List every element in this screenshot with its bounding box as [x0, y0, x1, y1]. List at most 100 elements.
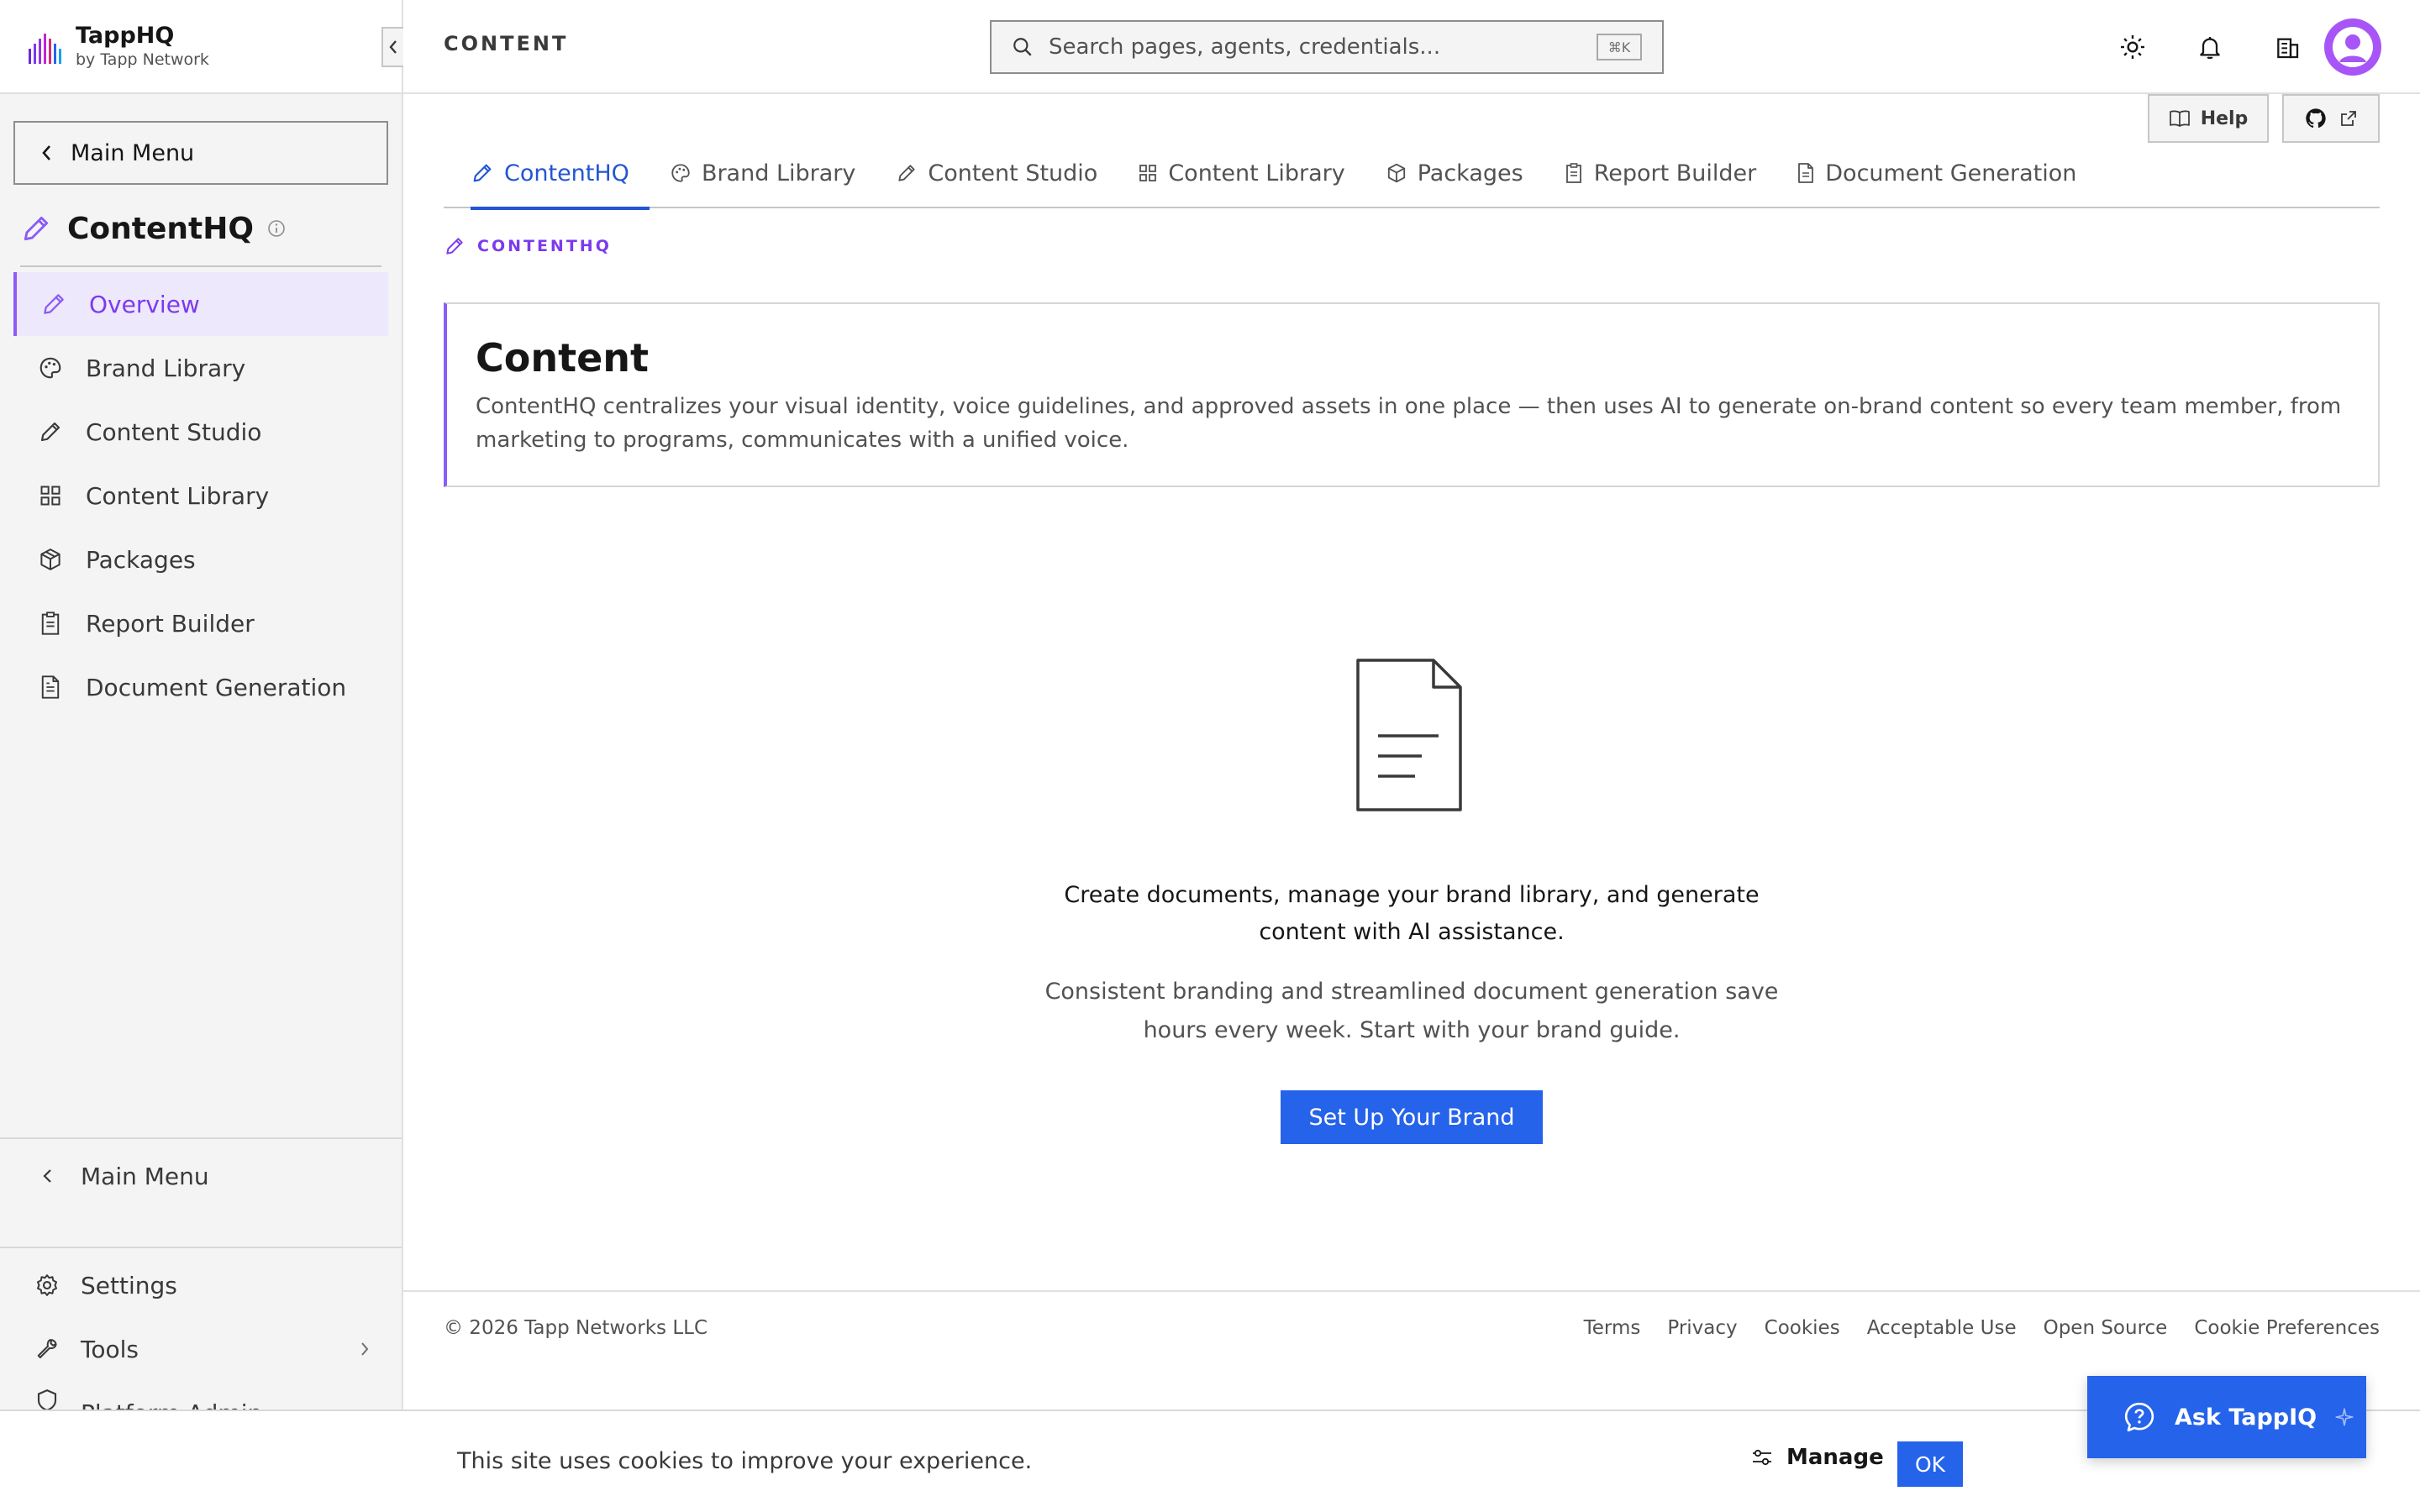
- question-chat-icon: [2124, 1402, 2154, 1432]
- building-icon: [2277, 38, 2299, 59]
- tab-label: Content Studio: [928, 160, 1098, 186]
- empty-state-description: Consistent branding and streamlined docu…: [1044, 979, 1779, 1043]
- help-button[interactable]: Help: [2148, 94, 2269, 143]
- footer-link-open-source[interactable]: Open Source: [2044, 1317, 2168, 1339]
- pencil-icon: [446, 238, 463, 255]
- tab-brand-library[interactable]: Brand Library: [650, 138, 876, 208]
- back-main-menu[interactable]: Main Menu: [34, 1151, 370, 1201]
- breadcrumb: CONTENTHQ: [444, 235, 612, 257]
- sidebar-item-packages[interactable]: Packages: [13, 528, 388, 591]
- sidebar-item-platform-admin[interactable]: Platform Admin: [34, 1388, 370, 1410]
- brand-name: TappHQ: [76, 23, 175, 49]
- sun-icon: [2121, 35, 2144, 59]
- search-icon: [1013, 38, 1032, 56]
- grid-icon: [1139, 165, 1157, 181]
- search-shortcut: ⌘K: [1597, 34, 1642, 60]
- tab-report-builder[interactable]: Report Builder: [1544, 138, 1777, 208]
- shield-icon: [37, 1389, 57, 1410]
- footer-link-cookie-preferences[interactable]: Cookie Preferences: [2194, 1317, 2380, 1339]
- tab-label: ContentHQ: [504, 160, 629, 186]
- sidebar-item-document-generation[interactable]: Document Generation: [13, 655, 388, 719]
- settings-label: Settings: [81, 1271, 177, 1299]
- tab-label: Report Builder: [1593, 160, 1757, 186]
- tapphq-logo-icon: [29, 34, 61, 64]
- book-icon: [2169, 110, 2190, 127]
- footer-link-privacy[interactable]: Privacy: [1667, 1317, 1737, 1339]
- sidebar-nav: Overview Brand Library Content Studio Co…: [13, 272, 388, 719]
- palette-icon: [671, 164, 690, 182]
- pencil-icon: [473, 164, 492, 182]
- cookie-manage-button[interactable]: Manage: [1751, 1445, 1884, 1470]
- ask-tappiq-button[interactable]: Ask TappIQ: [2087, 1376, 2366, 1458]
- gear-icon: [37, 1274, 57, 1296]
- theme-toggle-button[interactable]: [2112, 27, 2153, 67]
- pencil-icon: [44, 294, 64, 314]
- content-tabs: ContentHQ Brand Library Content Studio C…: [444, 138, 2380, 210]
- sidebar-item-tools[interactable]: Tools: [34, 1324, 370, 1374]
- sidebar-item-label: Content Library: [86, 481, 270, 510]
- notifications-button[interactable]: [2190, 27, 2230, 67]
- sidebar-item-label: Overview: [89, 290, 200, 318]
- chevron-right-icon: [361, 1342, 369, 1356]
- ask-tappiq-label: Ask TappIQ: [2175, 1404, 2317, 1431]
- pencil-icon: [898, 165, 915, 181]
- chevron-left-icon: [42, 145, 50, 160]
- brand-header[interactable]: TappHQ by Tapp Network: [0, 0, 402, 94]
- page-intro-card: Content ContentHQ centralizes your visua…: [444, 302, 2380, 487]
- back-main-menu-label: Main Menu: [81, 1162, 209, 1190]
- external-link-icon: [2341, 111, 2356, 126]
- footer-link-terms[interactable]: Terms: [1584, 1317, 1641, 1339]
- user-icon: [2333, 27, 2373, 67]
- tab-content-library[interactable]: Content Library: [1118, 138, 1365, 208]
- sidebar-item-overview[interactable]: Overview: [13, 272, 388, 336]
- user-avatar[interactable]: [2324, 18, 2381, 76]
- tab-content-studio[interactable]: Content Studio: [876, 138, 1118, 208]
- cookie-banner: This site uses cookies to improve your e…: [0, 1410, 2420, 1512]
- sidebar-divider: [0, 1137, 402, 1139]
- search-placeholder: Search pages, agents, credentials...: [1049, 34, 1441, 60]
- footer-link-acceptable-use[interactable]: Acceptable Use: [1867, 1317, 2017, 1339]
- collapse-sidebar-button[interactable]: [381, 27, 405, 67]
- tab-label: Brand Library: [701, 160, 856, 186]
- footer-links: Terms Privacy Cookies Acceptable Use Ope…: [1557, 1317, 2380, 1339]
- sidebar-item-label: Packages: [86, 545, 196, 574]
- wrench-icon: [37, 1339, 57, 1358]
- bell-icon: [2200, 37, 2220, 60]
- sidebar-item-label: Content Studio: [86, 417, 262, 446]
- grid-icon: [40, 486, 60, 506]
- main-menu-button[interactable]: Main Menu: [13, 121, 388, 185]
- github-link-button[interactable]: [2282, 94, 2380, 143]
- pencil-icon: [40, 422, 60, 442]
- help-label: Help: [2200, 108, 2249, 129]
- sidebar-item-settings[interactable]: Settings: [34, 1260, 370, 1310]
- footer-link-cookies[interactable]: Cookies: [1765, 1317, 1840, 1339]
- cookie-message: This site uses cookies to improve your e…: [457, 1448, 1033, 1474]
- tab-packages[interactable]: Packages: [1365, 138, 1544, 208]
- sidebar-item-label: Document Generation: [86, 673, 347, 701]
- organization-button[interactable]: [2267, 27, 2307, 67]
- tab-document-generation[interactable]: Document Generation: [1776, 138, 2096, 208]
- platform-admin-label: Platform Admin: [81, 1388, 262, 1410]
- page-title: Content: [476, 335, 650, 381]
- sidebar-item-content-library[interactable]: Content Library: [13, 464, 388, 528]
- package-icon: [1387, 163, 1405, 183]
- top-header: CONTENT Search pages, agents, credential…: [403, 0, 2420, 94]
- cookie-ok-button[interactable]: OK: [1897, 1441, 1963, 1487]
- tab-label: Document Generation: [1825, 160, 2077, 186]
- sidebar-item-brand-library[interactable]: Brand Library: [13, 336, 388, 400]
- sparkle-icon: [2335, 1408, 2354, 1426]
- sidebar-item-report-builder[interactable]: Report Builder: [13, 591, 388, 655]
- search-input[interactable]: Search pages, agents, credentials... ⌘K: [990, 20, 1664, 74]
- info-icon[interactable]: [267, 219, 286, 238]
- github-icon: [2306, 108, 2326, 128]
- copyright: © 2026 Tapp Networks LLC: [444, 1317, 708, 1339]
- sidebar-section-title: ContentHQ: [20, 205, 381, 252]
- set-up-brand-button[interactable]: Set Up Your Brand: [1281, 1090, 1543, 1144]
- chevron-left-icon: [389, 40, 397, 54]
- document-icon: [41, 675, 60, 699]
- chevron-left-icon: [43, 1169, 51, 1183]
- tab-contenthq[interactable]: ContentHQ: [444, 138, 650, 210]
- sliders-icon: [1753, 1449, 1771, 1466]
- sidebar-item-content-studio[interactable]: Content Studio: [13, 400, 388, 464]
- empty-state-title: Create documents, manage your brand libr…: [1064, 882, 1760, 945]
